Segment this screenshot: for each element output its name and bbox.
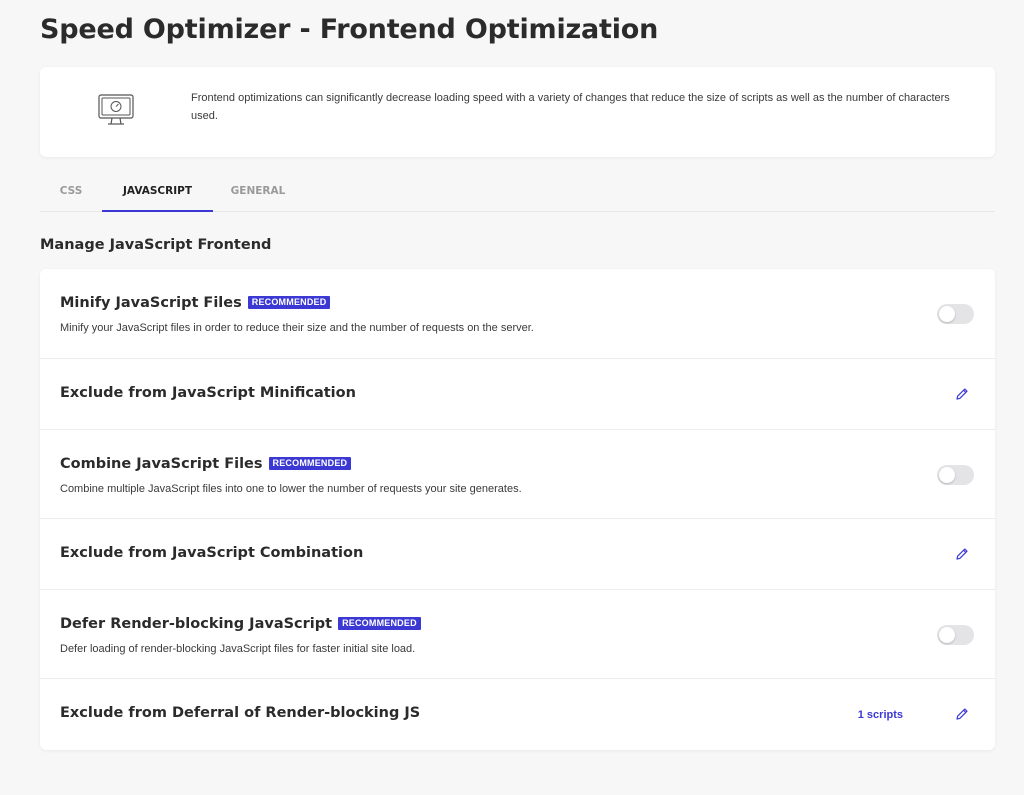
- settings-card: Minify JavaScript Files RECOMMENDED Minif…: [40, 269, 995, 750]
- defer-js-toggle[interactable]: [937, 625, 974, 645]
- setting-description: Combine multiple JavaScript files into o…: [60, 483, 522, 495]
- setting-title-text: Minify JavaScript Files: [60, 295, 242, 311]
- recommended-badge: RECOMMENDED: [268, 457, 352, 470]
- setting-row-exclude-deferral: Exclude from Deferral of Render-blocking…: [40, 679, 995, 750]
- recommended-badge: RECOMMENDED: [247, 296, 331, 309]
- combine-js-toggle[interactable]: [937, 465, 974, 485]
- tab-general[interactable]: GENERAL: [213, 174, 303, 212]
- setting-row-exclude-minification: Exclude from JavaScript Minification: [40, 359, 995, 430]
- setting-title: Combine JavaScript Files RECOMMENDED: [60, 456, 352, 472]
- scripts-count-link[interactable]: 1 scripts: [858, 709, 903, 721]
- pencil-icon[interactable]: [955, 707, 969, 721]
- setting-title: Minify JavaScript Files RECOMMENDED: [60, 295, 331, 311]
- setting-title: Defer Render-blocking JavaScript RECOMMEN…: [60, 616, 421, 632]
- page-title: Speed Optimizer - Frontend Optimization: [40, 14, 659, 45]
- setting-title-text: Combine JavaScript Files: [60, 456, 263, 472]
- tab-javascript[interactable]: JAVASCRIPT: [102, 174, 213, 212]
- setting-title-text: Defer Render-blocking JavaScript: [60, 616, 333, 632]
- setting-description: Defer loading of render-blocking JavaScr…: [60, 643, 416, 655]
- toggle-knob: [939, 467, 955, 483]
- setting-title: Exclude from JavaScript Minification: [60, 385, 356, 401]
- pencil-icon[interactable]: [955, 387, 969, 401]
- setting-title: Exclude from JavaScript Combination: [60, 545, 364, 561]
- intro-description: Frontend optimizations can significantly…: [191, 92, 950, 122]
- tab-bar: CSS JAVASCRIPT GENERAL: [40, 174, 995, 212]
- setting-title: Exclude from Deferral of Render-blocking…: [60, 705, 421, 721]
- setting-row-combine-js: Combine JavaScript Files RECOMMENDED Comb…: [40, 430, 995, 519]
- setting-row-exclude-combination: Exclude from JavaScript Combination: [40, 519, 995, 590]
- recommended-badge: RECOMMENDED: [338, 617, 421, 630]
- setting-description: Minify your JavaScript files in order to…: [60, 322, 534, 334]
- section-title: Manage JavaScript Frontend: [40, 237, 272, 253]
- toggle-knob: [939, 306, 955, 322]
- tab-css[interactable]: CSS: [40, 174, 102, 212]
- toggle-knob: [939, 627, 955, 643]
- pencil-icon[interactable]: [955, 547, 969, 561]
- intro-card: Frontend optimizations can significantly…: [40, 67, 995, 157]
- minify-js-toggle[interactable]: [937, 304, 974, 324]
- setting-row-minify-js: Minify JavaScript Files RECOMMENDED Minif…: [40, 269, 995, 359]
- setting-row-defer-js: Defer Render-blocking JavaScript RECOMMEN…: [40, 590, 995, 679]
- monitor-speed-icon: [98, 94, 134, 125]
